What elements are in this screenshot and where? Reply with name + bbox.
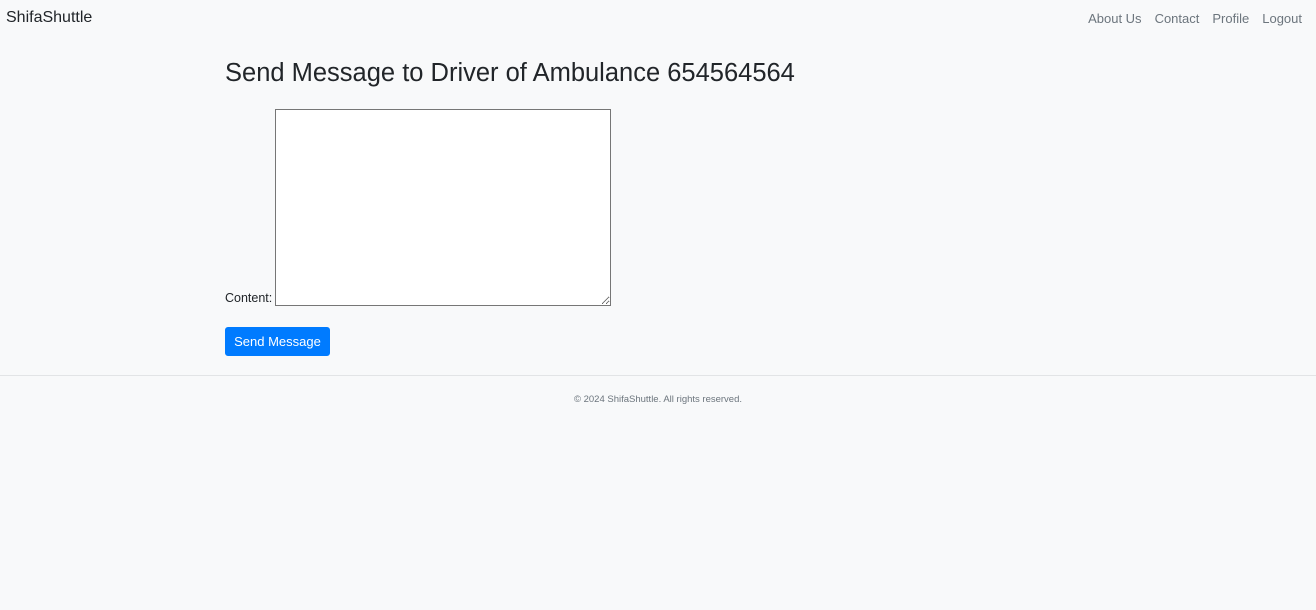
content-label: Content:: [225, 291, 273, 305]
send-message-button[interactable]: Send Message: [225, 327, 330, 356]
footer-copyright: © 2024 ShifaShuttle. All rights reserved…: [573, 394, 743, 405]
nav-link-logout[interactable]: Logout: [1262, 12, 1302, 25]
content-textarea[interactable]: [275, 109, 612, 306]
nav-link-about-us[interactable]: About Us: [1088, 12, 1141, 25]
footer-divider: [0, 375, 1316, 376]
main-content: Send Message to Driver of Ambulance 6545…: [225, 58, 925, 356]
nav-link-profile[interactable]: Profile: [1212, 12, 1249, 25]
nav-links: About Us Contact Profile Logout: [1088, 0, 1310, 36]
navbar: ShifaShuttle About Us Contact Profile Lo…: [0, 0, 1316, 36]
nav-link-contact[interactable]: Contact: [1155, 12, 1200, 25]
content-field-row: Content:: [225, 109, 612, 306]
page-title: Send Message to Driver of Ambulance 6545…: [225, 59, 795, 87]
brand-link[interactable]: ShifaShuttle: [6, 10, 92, 26]
